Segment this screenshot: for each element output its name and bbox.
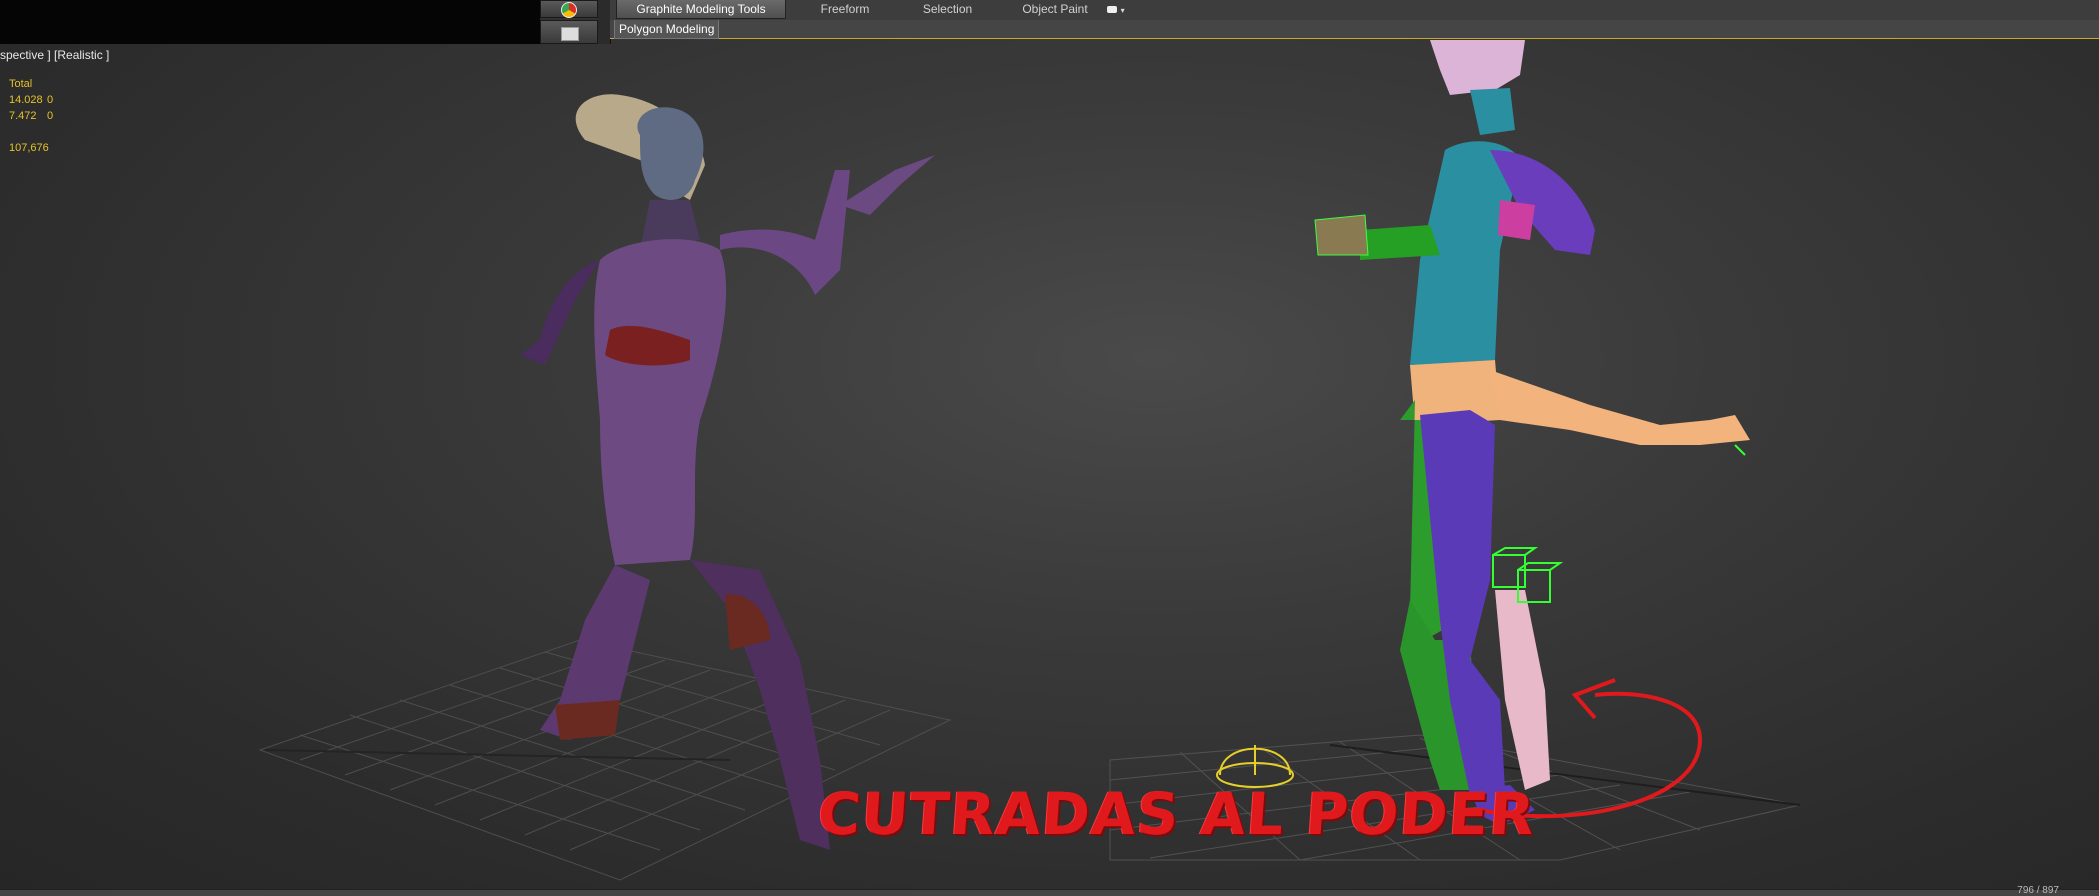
stats-row-verts: 7.472 0 <box>9 110 53 122</box>
tab-freeform[interactable]: Freeform <box>800 0 890 18</box>
status-bar: 796 / 897 <box>0 885 2099 896</box>
document-icon[interactable] <box>540 20 598 44</box>
tab-graphite-modeling-tools[interactable]: Graphite Modeling Tools <box>616 0 786 19</box>
os-taskbar-area <box>0 0 540 44</box>
chrome-icon[interactable] <box>540 0 598 18</box>
stats-total-value: 7.472 <box>9 110 37 122</box>
viewport-scene[interactable] <box>0 0 2099 896</box>
demon-character-model[interactable] <box>520 94 935 850</box>
dropdown-toggle-icon <box>1107 6 1118 14</box>
caption-text: CUTRADAS AL PODER <box>815 780 1538 848</box>
tab-object-paint[interactable]: Object Paint <box>1005 0 1105 18</box>
chevron-down-icon: ▾ <box>1120 6 1125 15</box>
ribbon-subbar: Polygon Modeling <box>610 20 2099 39</box>
stats-row-polys: 14.028 0 <box>9 94 53 106</box>
stats-selected-value: 0 <box>47 110 54 122</box>
ribbon-customize-dropdown[interactable]: ▾ <box>1100 0 1132 18</box>
biped-rig-model[interactable] <box>1216 40 1750 825</box>
tab-selection[interactable]: Selection <box>900 0 995 18</box>
tab-polygon-modeling[interactable]: Polygon Modeling <box>614 20 720 39</box>
graphite-ribbon: Graphite Modeling Tools Freeform Selecti… <box>610 0 2099 21</box>
stats-selected-value: 0 <box>47 94 54 106</box>
viewport-perspective[interactable] <box>0 0 2099 896</box>
coordinate-readout: 796 / 897 <box>2017 885 2059 896</box>
stats-fps: 107,676 <box>9 142 49 154</box>
stats-header: Total <box>9 78 33 90</box>
viewport-label[interactable]: spective ] [Realistic ] <box>0 48 109 62</box>
stats-total-value: 14.028 <box>9 94 43 106</box>
